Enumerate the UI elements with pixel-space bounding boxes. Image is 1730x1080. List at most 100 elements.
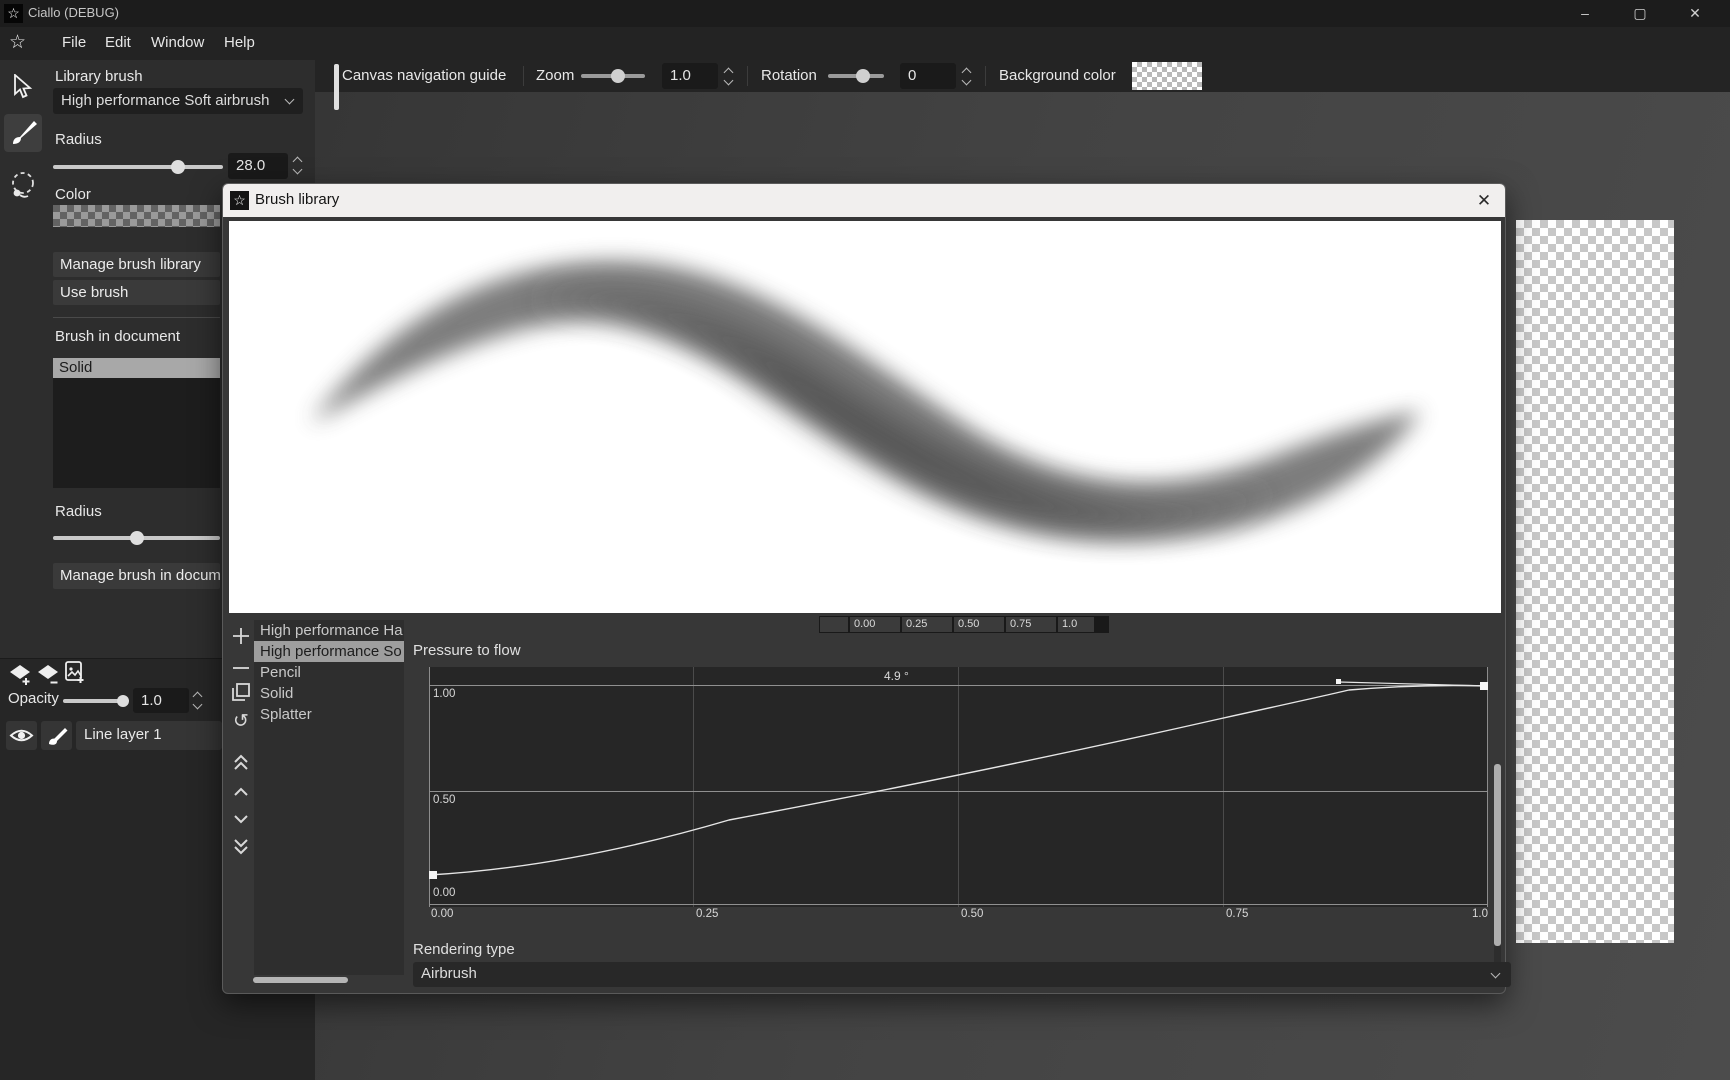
brush-tool-button[interactable] (4, 114, 42, 152)
brush-icon (4, 114, 42, 152)
radius-stepper[interactable] (292, 153, 306, 179)
manage-brush-library-button[interactable]: Manage brush library (53, 252, 220, 277)
dialog-title-bar[interactable]: ☆ Brush library ✕ (223, 184, 1505, 217)
opacity-label: Opacity (8, 690, 59, 707)
opacity-stepper[interactable] (192, 688, 206, 713)
opacity-value: 1.0 (141, 692, 162, 709)
eye-icon (6, 721, 37, 750)
color-label: Color (55, 186, 91, 203)
app-star-icon: ☆ (9, 31, 26, 54)
rotation-stepper[interactable] (961, 63, 975, 89)
panel-scrollbar[interactable] (334, 64, 339, 110)
remove-layer-button[interactable] (36, 663, 62, 692)
opacity-value-field[interactable]: 1.0 (133, 688, 189, 713)
menu-file[interactable]: File (62, 34, 86, 51)
layer-visibility-button[interactable] (6, 721, 37, 750)
background-color-swatch[interactable] (1132, 62, 1202, 90)
brush-library-dialog: ☆ Brush library ✕ (222, 183, 1506, 994)
window-title: Ciallo (DEBUG) (28, 5, 119, 20)
menu-help[interactable]: Help (224, 34, 255, 51)
brush-list-item-selected[interactable]: High performance So (254, 641, 404, 662)
chevron-up-icon (229, 780, 253, 804)
rotation-value-field[interactable]: 0 (900, 63, 956, 89)
duplicate-brush-button[interactable] (229, 680, 253, 704)
ruler-tick: 0.25 (902, 617, 952, 632)
brush-list-item[interactable]: Solid (254, 683, 404, 704)
canvas-nav-guide-label[interactable]: Canvas navigation guide (342, 67, 506, 84)
lasso-tool-button[interactable] (8, 170, 38, 202)
reset-brush-button[interactable]: ↺ (229, 710, 253, 734)
curve-handle-point[interactable] (1336, 679, 1341, 684)
document-brush-item[interactable]: Solid (53, 358, 220, 378)
zoom-slider-knob[interactable] (611, 69, 625, 83)
dialog-star-icon: ☆ (230, 191, 249, 210)
layer-type-button[interactable] (41, 721, 72, 750)
chevron-down-icon (229, 807, 253, 831)
curve-x-axis: 0.00 0.25 0.50 0.75 1.0 (429, 908, 1488, 924)
minimize-button[interactable]: – (1562, 0, 1608, 27)
rotation-slider-knob[interactable] (856, 69, 870, 83)
rendering-type-value: Airbrush (421, 965, 477, 982)
dialog-brush-list[interactable]: High performance Ha High performance So … (254, 620, 404, 975)
zoom-stepper[interactable] (723, 63, 737, 89)
document-radius-slider-knob[interactable] (130, 531, 144, 545)
add-brush-button[interactable] (229, 624, 253, 648)
canvas-toolbar: Canvas navigation guide Zoom 1.0 Rotatio… (315, 60, 1730, 92)
brush-list-item[interactable]: Splatter (254, 704, 404, 725)
curve-start-point[interactable] (429, 871, 437, 879)
zoom-slider[interactable] (581, 74, 645, 78)
opacity-slider-knob[interactable] (117, 695, 129, 707)
minus-icon (229, 656, 253, 680)
layer-row[interactable]: Line layer 1 (76, 721, 222, 750)
brush-stroke-preview[interactable] (229, 221, 1501, 613)
add-layer-button[interactable] (8, 663, 34, 692)
curve-end-point[interactable] (1480, 682, 1488, 690)
remove-brush-button[interactable] (229, 656, 253, 680)
plus-icon (229, 624, 253, 648)
radius-value-field[interactable]: 28.0 (228, 153, 288, 179)
move-brush-top-button[interactable] (229, 750, 253, 774)
color-swatch[interactable] (53, 205, 220, 227)
move-brush-down-button[interactable] (229, 807, 253, 831)
zoom-label: Zoom (536, 67, 574, 84)
brush-list-item[interactable]: High performance Ha (254, 620, 404, 641)
x-tick-label: 0.00 (431, 908, 453, 920)
lasso-icon (8, 170, 38, 202)
new-image-layer-button[interactable] (64, 660, 86, 690)
copy-icon (229, 680, 253, 704)
dialog-close-button[interactable]: ✕ (1471, 188, 1497, 214)
manage-brush-in-document-button[interactable]: Manage brush in docum (53, 563, 220, 589)
rendering-type-dropdown[interactable]: Airbrush (413, 962, 1511, 987)
cursor-tool-button[interactable] (10, 74, 34, 100)
move-brush-bottom-button[interactable] (229, 834, 253, 858)
ruler-tick: 0.50 (954, 617, 1004, 632)
library-brush-value: High performance Soft airbrush (61, 92, 269, 109)
title-bar: ☆ Ciallo (DEBUG) – ▢ ✕ (0, 0, 1730, 27)
dialog-scrollbar-thumb[interactable] (1494, 764, 1501, 946)
double-chevron-down-icon (229, 834, 253, 858)
rotation-slider[interactable] (828, 74, 884, 78)
brush-list-scrollbar[interactable] (253, 977, 348, 983)
document-radius-slider[interactable] (53, 536, 220, 540)
use-brush-button[interactable]: Use brush (53, 280, 220, 305)
brush-list-item[interactable]: Pencil (254, 662, 404, 683)
document-brush-list[interactable]: Solid (53, 358, 220, 488)
pressure-curve-plot[interactable]: 1.00 0.50 0.00 4.9 ° (429, 667, 1488, 907)
app-logo-icon: ☆ (4, 4, 23, 23)
opacity-slider[interactable] (63, 699, 127, 703)
library-brush-dropdown[interactable]: High performance Soft airbrush (53, 88, 303, 114)
radius-slider[interactable] (53, 165, 223, 169)
move-brush-up-button[interactable] (229, 780, 253, 804)
x-tick-label: 0.75 (1226, 908, 1248, 920)
x-tick-label: 1.0 (1472, 908, 1488, 920)
close-button[interactable]: ✕ (1672, 0, 1718, 27)
document-radius-label: Radius (55, 503, 102, 520)
ruler-tick: 1.0 (1058, 617, 1094, 632)
menu-window[interactable]: Window (151, 34, 204, 51)
ruler-segment (820, 617, 848, 632)
maximize-button[interactable]: ▢ (1617, 0, 1663, 27)
zoom-value-field[interactable]: 1.0 (662, 63, 718, 89)
canvas-document[interactable] (1516, 220, 1674, 943)
menu-edit[interactable]: Edit (105, 34, 131, 51)
radius-slider-knob[interactable] (171, 160, 185, 174)
